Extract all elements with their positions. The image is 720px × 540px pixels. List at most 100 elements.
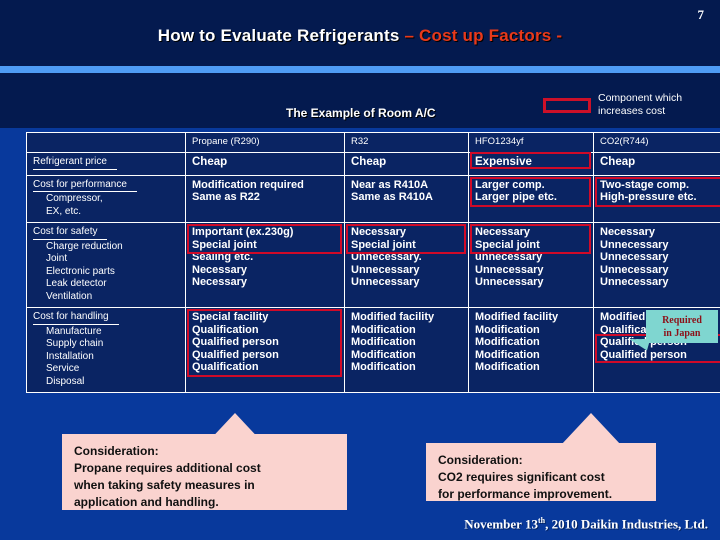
table-cell: Cheap [593,152,720,176]
cell-line: Special joint [475,238,540,251]
cell-line: Qualified person [600,348,687,361]
cell-line: Expensive [475,156,532,168]
cell-line: Unnecessary [600,263,669,276]
cell-line: Unnecessary [351,276,420,288]
row-label-sub: EX, etc. [46,205,82,217]
cell-line: unnecessary [475,251,543,263]
cell-line: Necessary [475,226,531,238]
cell-line: Qualified person [192,336,279,348]
table-row: Cost for safety Charge reduction Joint Elec… [26,222,720,308]
table-cell: Special facility Qualification Qualified p… [185,307,345,393]
cell-line: Larger pipe etc. [475,191,557,203]
table-cell: Larger comp. Larger pipe etc. [468,174,594,223]
table-cell: Cheap [185,152,345,176]
callout-spike-co2 [561,413,621,445]
comparison-table: Propane (R290) R32 HFO1234yf CO2(R744) Refri… [26,132,720,393]
cell-line: Same as R22 [192,191,260,203]
page-title: How to Evaluate Refrigerants – Cost up F… [0,26,720,46]
callout-propane-line-0: Consideration: [74,444,159,458]
cell-line: Qualified person [192,348,279,361]
row-label-refrigerant-price: Refrigerant price [26,152,186,176]
callout-co2-line-0: Consideration: [438,453,523,467]
cell-line: Necessary [600,226,656,238]
tooltip-line2: in Japan [663,328,701,339]
row-label-sub: Supply chain [46,338,104,349]
legend-caption-line2: increases cost [598,105,666,117]
table-cell: Important (ex.230g) Special joint Sealing … [185,222,345,308]
cell-line: Modification [351,336,416,348]
cell-line: Modification [351,361,416,373]
row-label-sub: Service [46,363,80,374]
cell-line: Unnecessary [600,276,669,288]
footer-date-pre: November 13 [464,516,538,531]
column-header-r32: R32 [344,132,469,153]
footer-credit: November 13th, 2010 Daikin Industries, L… [464,516,708,532]
callout-co2: Consideration: CO2 requires significant … [426,443,656,501]
callout-co2-line-2: for performance improvement. [438,487,613,501]
table-cell: Modified facility Modification Modificatio… [468,307,594,393]
row-label-cost-for-performance: Cost for performance Compressor, EX, etc. [26,174,186,223]
cell-line: Modification required [192,178,304,191]
slide-number: 7 [697,7,705,22]
callout-propane: Consideration: Propane requires addition… [62,434,347,510]
required-in-japan-tooltip: Required in Japan [646,310,718,343]
row-label-sub: Ventilation [46,290,93,302]
row-label-sub: Manufacture [46,325,102,337]
table-row: Cost for performance Compressor, EX, etc. M… [26,174,720,223]
page-title-main: How to Evaluate Refrigerants [157,26,405,45]
callout-propane-line-2: when taking safety measures in [74,478,255,492]
cell-line: Necessary [192,263,248,276]
cell-line: Unnecessary [600,238,669,251]
column-header-blank [26,132,186,153]
cell-line: Larger comp. [475,178,545,191]
row-label-heading: Cost for performance [33,179,137,192]
cell-line: Special joint [351,238,416,251]
legend-caption-line1: Component which [598,92,683,104]
table-cell: Cheap [344,152,469,176]
legend-swatch-icon [543,98,591,113]
row-label-sub: Disposal [46,375,85,387]
row-label-cost-for-safety: Cost for safety Charge reduction Joint Elec… [26,222,186,308]
cell-line: Modification [475,361,540,373]
cell-line: Sealing etc. [192,251,254,263]
cell-line: Cheap [351,156,387,168]
row-label-heading: Cost for handling [33,311,119,325]
cell-line: Modification [475,336,540,348]
table-header-row: Propane (R290) R32 HFO1234yf CO2(R744) [26,132,720,153]
cell-line: Modification [351,323,416,336]
row-label-heading: Refrigerant price [33,156,117,170]
cell-line: Modified facility [351,311,435,323]
cell-line: Unnecessary. [351,251,422,263]
row-label-sub: Charge reduction [46,240,123,252]
table-cell: Modification required Same as R22 [185,174,345,223]
table-cell: Two-stage comp. High-pressure etc. [593,174,720,223]
cell-line: Necessary [351,226,407,238]
tooltip-line1: Required [662,315,702,326]
cell-line: Same as R410A [351,191,433,203]
cell-line: Cheap [600,156,636,168]
cell-line: Modification [475,348,540,361]
column-header-co2-r744: CO2(R744) [593,132,720,153]
table-cell: Necessary Special joint unnecessary Unneces… [468,222,594,308]
cell-line: Two-stage comp. [600,178,690,191]
page-subtitle: The Example of Room A/C [286,106,436,120]
row-label-sub: Compressor, [46,193,103,204]
cell-line: Unnecessary [475,263,544,276]
cell-line: Special facility [192,311,269,323]
table-row: Cost for handling Manufacture Supply chain… [26,307,720,393]
cell-line: Important (ex.230g) [192,226,294,238]
table-cell: Expensive [468,152,594,176]
row-label-sub: Electronic parts [46,265,115,277]
cell-line: Necessary [192,276,248,288]
cell-line: Unnecessary [351,263,420,276]
cell-line: Near as R410A [351,178,429,191]
table-row: Refrigerant price Cheap Cheap Expensive Chea… [26,152,720,176]
cell-line: Modified facility [475,311,559,323]
table-cell: Necessary Unnecessary Unnecessary Unnecessa… [593,222,720,308]
callout-co2-line-1: CO2 requires significant cost [438,470,605,484]
cell-line: Modification [475,323,540,336]
cell-line: Modification [351,348,416,361]
header-accent-strip [0,66,720,73]
page-title-accent: – Cost up Factors - [404,26,563,45]
row-label-sub: Installation [46,350,94,362]
